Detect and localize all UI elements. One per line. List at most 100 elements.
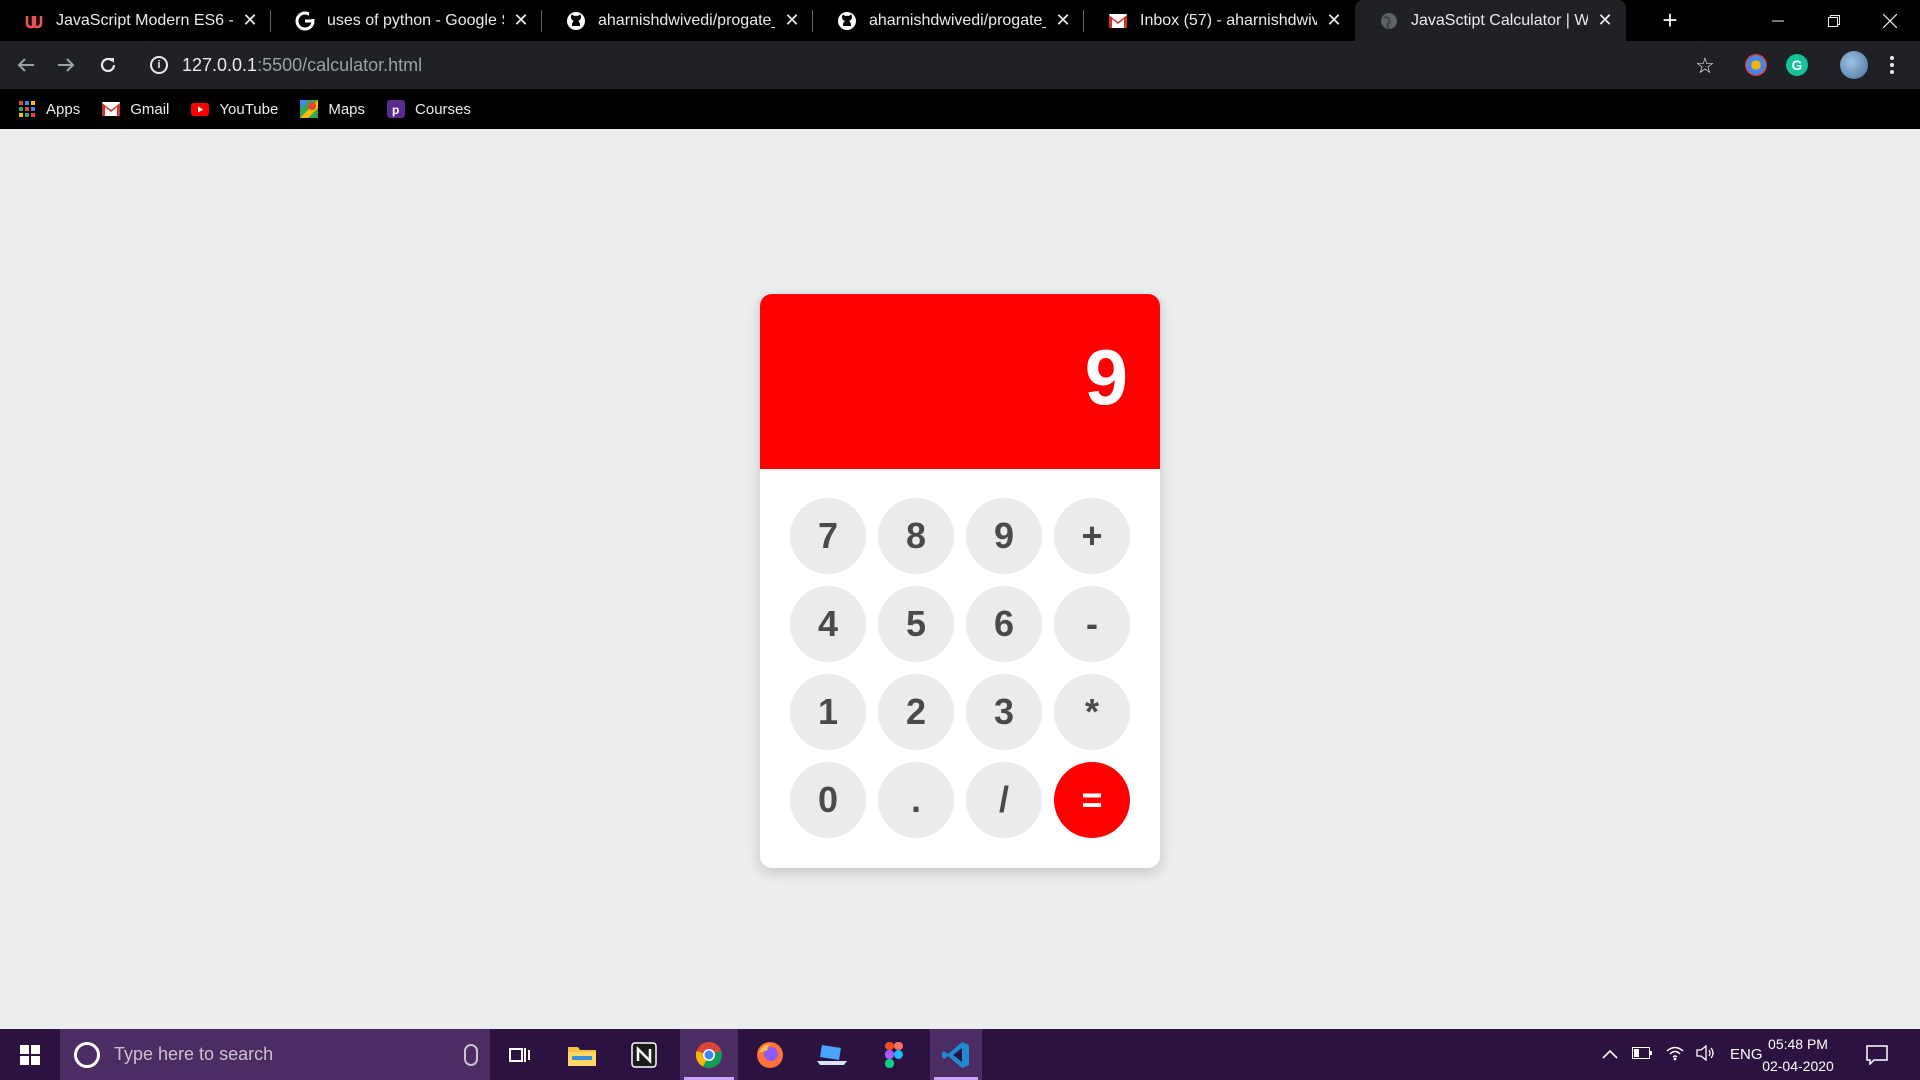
avatar[interactable] <box>1840 51 1868 79</box>
bookmark-youtube[interactable]: YouTube <box>191 100 278 118</box>
search-placeholder: Type here to search <box>114 1044 274 1064</box>
bookmark-apps[interactable]: Apps <box>18 100 80 118</box>
vscode-icon[interactable] <box>930 1029 982 1080</box>
tab-title: aharnishdwivedi/progate_projects <box>598 11 775 29</box>
github-icon <box>837 11 857 31</box>
gmail-icon <box>1108 11 1128 31</box>
taskbar: Type here to search ENG 05:48 PM 02-04-2… <box>0 1029 1920 1080</box>
menu-kebab-icon[interactable] <box>1882 51 1902 79</box>
clock-time: 05:48 PM <box>1768 1036 1828 1052</box>
key-equals[interactable]: = <box>1054 762 1130 838</box>
bookmark-gmail[interactable]: Gmail <box>102 100 169 118</box>
bookmark-label: Apps <box>46 100 81 118</box>
figma-icon[interactable] <box>868 1029 920 1080</box>
udemy-icon <box>24 11 44 31</box>
key-9[interactable]: 9 <box>966 498 1042 574</box>
restore-button[interactable] <box>1806 0 1862 41</box>
bookmark-label: Maps <box>328 100 366 118</box>
new-tab-button[interactable]: + <box>1655 5 1685 35</box>
tab-title: JavaSctipt Calculator | Web Dev <box>1411 11 1588 29</box>
key-4[interactable]: 4 <box>790 586 866 662</box>
bookmark-maps[interactable]: Maps <box>300 100 365 118</box>
taskbar-search-input[interactable]: Type here to search <box>60 1029 490 1080</box>
notifications-button[interactable] <box>1866 1029 1888 1080</box>
key-0[interactable]: 0 <box>790 762 866 838</box>
grammarly-icon[interactable]: G <box>1786 54 1808 76</box>
github-icon <box>566 11 586 31</box>
close-icon[interactable]: ✕ <box>510 10 532 32</box>
tab-udemy[interactable]: JavaScript Modern ES6 - 2020 ✕ <box>0 0 271 41</box>
tab-google-search[interactable]: uses of python - Google Search ✕ <box>271 0 542 41</box>
task-view-icon[interactable] <box>494 1029 546 1080</box>
key-7[interactable]: 7 <box>790 498 866 574</box>
system-tray: ENG <box>1602 1029 1763 1080</box>
notion-icon[interactable] <box>618 1029 670 1080</box>
bookmark-label: YouTube <box>219 100 279 118</box>
bookmark-label: Gmail <box>130 100 170 118</box>
extension-icon[interactable] <box>1745 54 1767 76</box>
key-1[interactable]: 1 <box>790 674 866 750</box>
calculator-keypad: 7 8 9 + 4 5 6 - 1 2 3 * 0 . / = <box>790 498 1130 838</box>
chrome-icon[interactable] <box>680 1029 738 1080</box>
url-host: 127.0.0.1 <box>182 54 258 75</box>
key-6[interactable]: 6 <box>966 586 1042 662</box>
close-icon[interactable]: ✕ <box>1052 10 1074 32</box>
start-button[interactable] <box>0 1029 60 1080</box>
close-icon[interactable]: ✕ <box>1323 10 1345 32</box>
close-icon <box>1883 13 1897 28</box>
laptop-app-icon[interactable] <box>806 1029 858 1080</box>
close-window-button[interactable] <box>1862 0 1918 41</box>
clock[interactable]: 05:48 PM 02-04-2020 <box>1760 1033 1836 1077</box>
calculator: 9 7 8 9 + 4 5 6 - 1 2 3 * 0 . / = <box>760 294 1160 868</box>
key-8[interactable]: 8 <box>878 498 954 574</box>
close-icon[interactable]: ✕ <box>239 10 261 32</box>
tab-github-2[interactable]: aharnishdwivedi/progate_projects ✕ <box>813 0 1084 41</box>
key-divide[interactable]: / <box>966 762 1042 838</box>
key-5[interactable]: 5 <box>878 586 954 662</box>
close-icon[interactable]: ✕ <box>781 10 803 32</box>
minimize-button[interactable] <box>1750 0 1806 41</box>
key-plus[interactable]: + <box>1054 498 1130 574</box>
forward-button[interactable] <box>50 49 82 81</box>
tab-gmail[interactable]: Inbox (57) - aharnishdwivedi@gmail.com ✕ <box>1084 0 1355 41</box>
tab-strip: JavaScript Modern ES6 - 2020 ✕ uses of p… <box>0 0 1920 41</box>
bookmark-star-icon[interactable]: ☆ <box>1692 53 1718 79</box>
key-3[interactable]: 3 <box>966 674 1042 750</box>
address-bar[interactable]: i 127.0.0.1:5500/calculator.html <box>136 46 1716 84</box>
back-button[interactable] <box>10 49 42 81</box>
close-icon[interactable]: ✕ <box>1594 10 1616 32</box>
reload-button[interactable] <box>92 49 124 81</box>
battery-icon[interactable] <box>1632 1046 1652 1063</box>
tab-title: aharnishdwivedi/progate_projects <box>869 11 1046 29</box>
file-explorer-icon[interactable] <box>556 1029 608 1080</box>
apps-grid-icon <box>18 100 36 118</box>
url-path: :5500/calculator.html <box>257 54 423 75</box>
tab-title: JavaScript Modern ES6 - 2020 <box>56 11 233 29</box>
key-minus[interactable]: - <box>1054 586 1130 662</box>
cortana-icon <box>74 1041 100 1068</box>
bookmark-courses[interactable]: p Courses <box>387 100 471 118</box>
chevron-up-icon[interactable] <box>1602 1046 1618 1063</box>
key-decimal[interactable]: . <box>878 762 954 838</box>
bookmarks-bar: Apps Gmail YouTube Maps p Courses <box>0 89 1920 129</box>
bookmark-label: Courses <box>415 100 471 118</box>
tab-github-1[interactable]: aharnishdwivedi/progate_projects ✕ <box>542 0 813 41</box>
language-indicator[interactable]: ENG <box>1730 1046 1763 1063</box>
maps-icon <box>300 100 319 118</box>
volume-icon[interactable] <box>1696 1044 1716 1065</box>
key-2[interactable]: 2 <box>878 674 954 750</box>
firefox-icon[interactable] <box>744 1029 796 1080</box>
restore-icon <box>1828 14 1840 27</box>
arrow-left-icon <box>17 58 34 72</box>
tab-calculator-active[interactable]: JavaSctipt Calculator | Web Dev ✕ <box>1355 0 1626 41</box>
wifi-icon[interactable] <box>1666 1045 1684 1065</box>
microphone-icon[interactable] <box>464 1044 478 1066</box>
globe-icon <box>1379 11 1399 31</box>
info-icon[interactable]: i <box>150 56 168 74</box>
notification-icon <box>1866 1044 1888 1065</box>
tab-title: uses of python - Google Search <box>327 11 504 29</box>
clock-date: 02-04-2020 <box>1762 1058 1834 1074</box>
svg-text:p: p <box>392 103 399 117</box>
gmail-icon <box>102 100 121 118</box>
key-multiply[interactable]: * <box>1054 674 1130 750</box>
